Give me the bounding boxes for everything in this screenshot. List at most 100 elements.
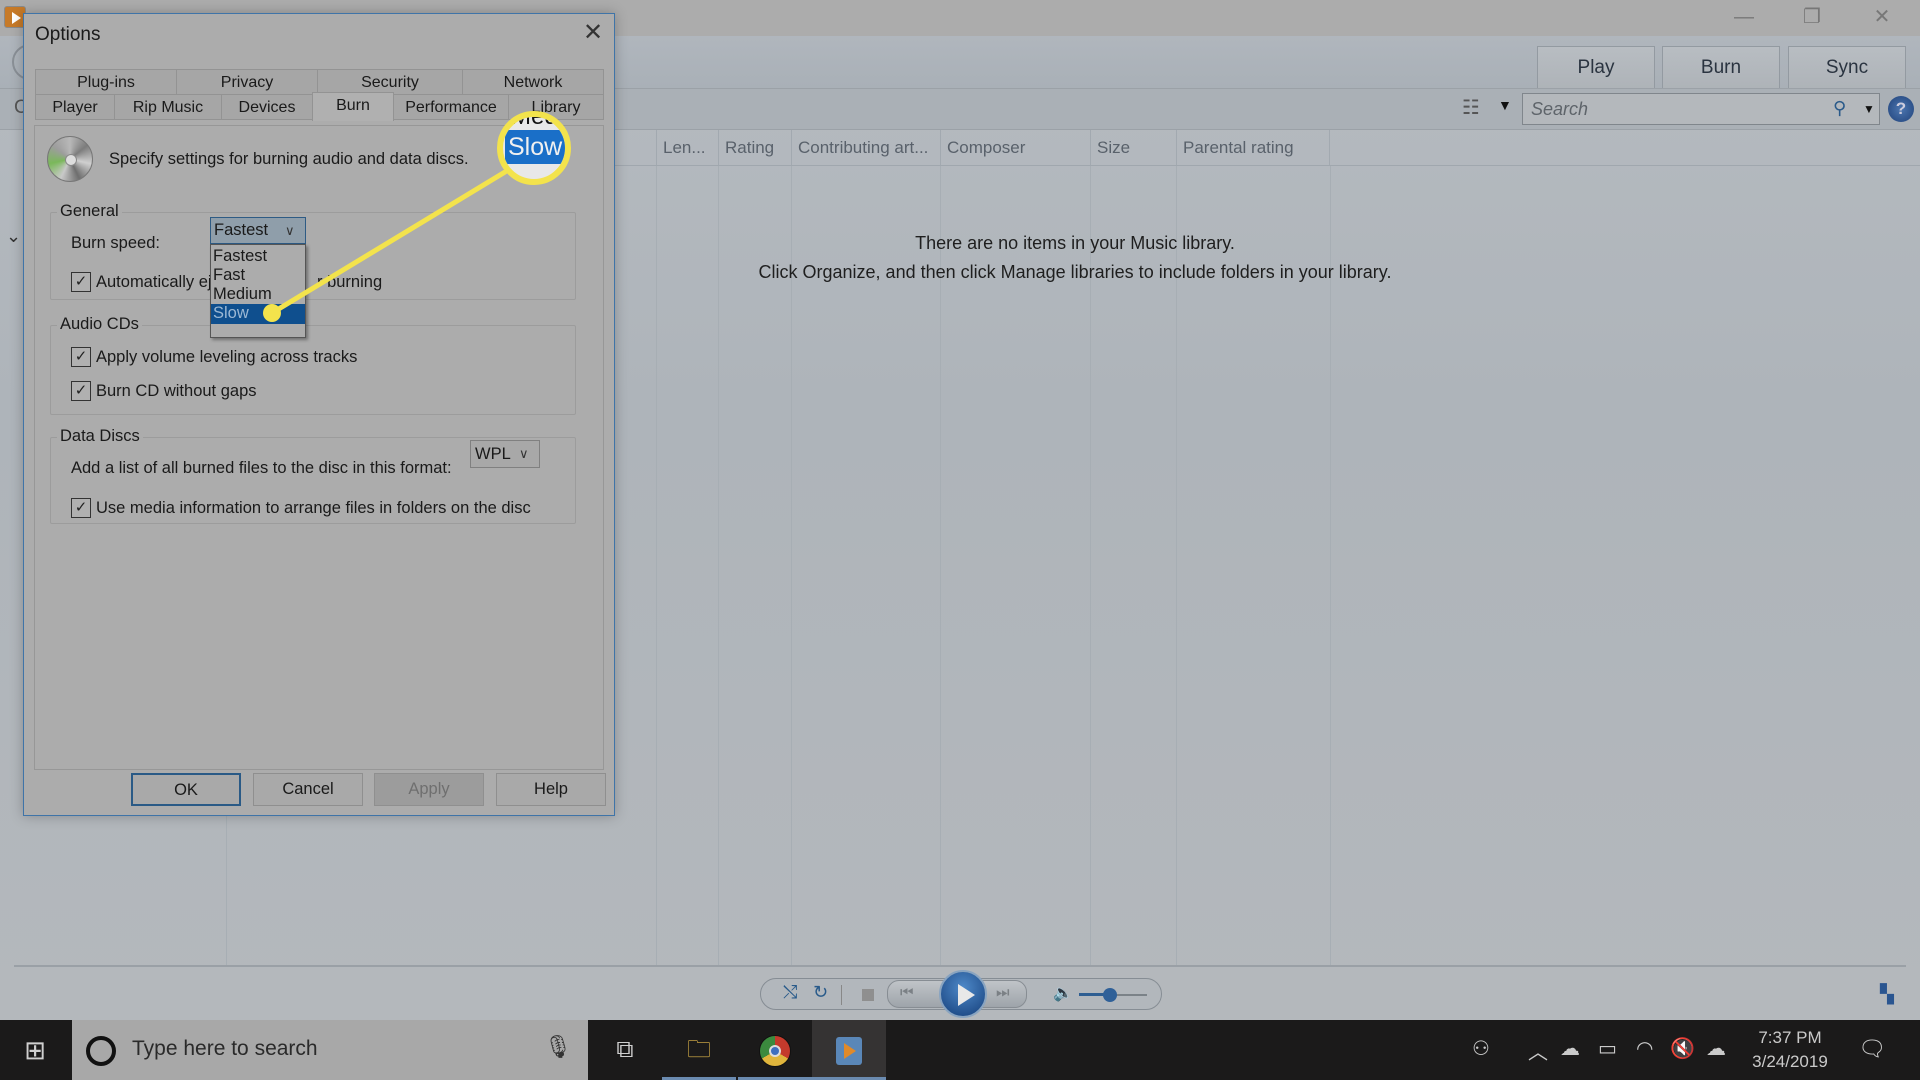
dialog-close-button[interactable]: ✕ (578, 18, 608, 48)
help-button[interactable]: Help (496, 773, 606, 806)
data-discs-legend: Data Discs (57, 427, 143, 446)
action-center-icon[interactable]: 🗨 (1858, 1036, 1886, 1062)
restore-button[interactable]: ❐ (1782, 0, 1842, 34)
header-divider (615, 165, 1920, 166)
tab-privacy[interactable]: Privacy (176, 69, 318, 95)
taskbar: ⊞ Type here to search 🎙 ⧉ 🗀 ⚇ ︿ ☁ ▭ ◠ 🔇 … (0, 1020, 1920, 1080)
tab-burn[interactable]: Burn (1662, 46, 1780, 88)
cd-disc-icon (47, 136, 93, 182)
audio-cds-legend: Audio CDs (57, 315, 142, 334)
search-placeholder: Search (1531, 99, 1589, 119)
switch-to-now-playing-icon[interactable]: ▚ (1880, 984, 1894, 1005)
auto-eject-label-end: r burning (317, 273, 383, 291)
search-input[interactable]: Search ⚲ ▼ (1522, 93, 1880, 125)
chrome-icon[interactable] (738, 1020, 812, 1080)
shuffle-icon[interactable]: ⤭ (783, 982, 797, 1003)
minimize-button[interactable]: — (1714, 0, 1774, 34)
column-rating[interactable]: Rating (718, 130, 794, 166)
tab-play[interactable]: Play (1537, 46, 1655, 88)
ok-button[interactable]: OK (131, 773, 241, 806)
taskbar-search-box[interactable]: Type here to search 🎙 (72, 1020, 588, 1080)
media-player-taskbar-icon[interactable] (812, 1020, 886, 1080)
burn-speed-dropdown-list: Fastest Fast Medium Slow (210, 244, 306, 338)
empty-library-message: There are no items in your Music library… (915, 233, 1235, 253)
battery-icon[interactable]: ▭ (1598, 1036, 1617, 1061)
burn-speed-option-slow[interactable]: Slow (211, 304, 305, 324)
column-parental-rating[interactable]: Parental rating (1176, 130, 1330, 166)
grid-line (656, 166, 657, 966)
help-icon[interactable]: ? (1888, 96, 1914, 122)
search-icon[interactable]: ⚲ (1833, 98, 1846, 119)
playlist-format-select[interactable]: WPL ∨ (470, 440, 540, 468)
volume-leveling-checkbox[interactable]: ✓ (71, 347, 91, 367)
column-length[interactable]: Len... (656, 130, 720, 166)
general-legend: General (57, 202, 122, 221)
page-description: Specify settings for burning audio and d… (109, 150, 469, 168)
magnifier-callout: Medi Slow (497, 111, 571, 185)
file-explorer-icon[interactable]: 🗀 (662, 1020, 736, 1080)
wifi-icon[interactable]: ◠ (1636, 1036, 1653, 1061)
burn-speed-option-fastest[interactable]: Fastest (211, 247, 305, 266)
tab-devices[interactable]: Devices (221, 94, 313, 120)
search-dropdown-icon[interactable]: ▼ (1863, 102, 1875, 116)
column-size[interactable]: Size (1090, 130, 1178, 166)
volume-slider-handle[interactable] (1102, 988, 1117, 1002)
grid-line (940, 166, 941, 966)
play-button[interactable] (939, 970, 987, 1018)
tab-plug-ins[interactable]: Plug-ins (35, 69, 177, 95)
view-options-icon[interactable]: ☷ (1462, 95, 1480, 120)
burn-speed-value: Fastest (214, 221, 269, 239)
apply-button[interactable]: Apply (374, 773, 484, 806)
callout-selected-text: Slow (505, 130, 565, 164)
dialog-title: Options (35, 24, 101, 45)
burn-without-gaps-label: Burn CD without gaps (96, 382, 257, 400)
empty-library-hint: Click Organize, and then click Manage li… (758, 262, 1392, 282)
column-composer[interactable]: Composer (940, 130, 1092, 166)
tab-player[interactable]: Player (35, 94, 115, 120)
people-icon[interactable]: ⚇ (1472, 1036, 1490, 1061)
burn-speed-option-fast[interactable]: Fast (211, 266, 305, 285)
next-icon[interactable]: ⏭ (996, 984, 1010, 1001)
grid-line (1176, 166, 1177, 966)
tab-network[interactable]: Network (462, 69, 604, 95)
media-info-label: Use media information to arrange files i… (96, 499, 531, 517)
repeat-icon[interactable]: ↻ (813, 982, 828, 1003)
burn-without-gaps-checkbox[interactable]: ✓ (71, 381, 91, 401)
clock[interactable]: 7:37 PM 3/24/2019 (1740, 1026, 1840, 1074)
chevron-down-icon[interactable]: ⌄ (6, 226, 21, 247)
taskbar-search-placeholder: Type here to search (132, 1037, 318, 1060)
cancel-button[interactable]: Cancel (253, 773, 363, 806)
tab-sync[interactable]: Sync (1788, 46, 1906, 88)
task-view-icon[interactable]: ⧉ (588, 1020, 662, 1080)
volume-muted-icon[interactable]: 🔇 (1670, 1036, 1695, 1061)
media-info-checkbox[interactable]: ✓ (71, 498, 91, 518)
chevron-down-icon: ∨ (519, 446, 529, 461)
stop-icon[interactable] (862, 989, 874, 1001)
burn-speed-label: Burn speed: (71, 234, 160, 252)
onedrive-icon[interactable]: ☁ (1560, 1036, 1580, 1061)
auto-eject-checkbox[interactable]: ✓ (71, 272, 91, 292)
audio-cds-group (50, 325, 576, 415)
show-hidden-icons-icon[interactable]: ︿ (1528, 1036, 1548, 1065)
playlist-format-label: Add a list of all burned files to the di… (71, 459, 452, 477)
grid-line (1330, 166, 1331, 966)
close-window-button[interactable]: ✕ (1852, 0, 1912, 34)
volume-leveling-label: Apply volume leveling across tracks (96, 348, 358, 366)
volume-icon[interactable]: 🔈 (1053, 983, 1073, 1003)
time: 7:37 PM (1758, 1028, 1822, 1047)
tab-performance[interactable]: Performance (393, 94, 509, 120)
tab-burn-options[interactable]: Burn (312, 92, 394, 121)
previous-icon[interactable]: ⏮ (900, 984, 914, 1001)
view-options-dropdown-icon[interactable]: ▼ (1498, 97, 1512, 113)
upload-cloud-icon[interactable]: ☁ (1706, 1036, 1726, 1061)
tab-rip-music[interactable]: Rip Music (114, 94, 222, 120)
annotation-dot (263, 304, 281, 322)
start-button[interactable]: ⊞ (0, 1020, 70, 1080)
playback-controls: ⤭ ↻ ⏮ ⏭ 🔈 (760, 970, 1162, 1018)
microphone-icon[interactable]: 🎙 (544, 1034, 572, 1060)
seek-bar[interactable] (14, 965, 1906, 967)
divider (841, 985, 842, 1005)
column-contributing-artist[interactable]: Contributing art... (791, 130, 943, 166)
burn-speed-select[interactable]: Fastest ∨ (210, 217, 306, 244)
burn-speed-option-medium[interactable]: Medium (211, 285, 305, 304)
